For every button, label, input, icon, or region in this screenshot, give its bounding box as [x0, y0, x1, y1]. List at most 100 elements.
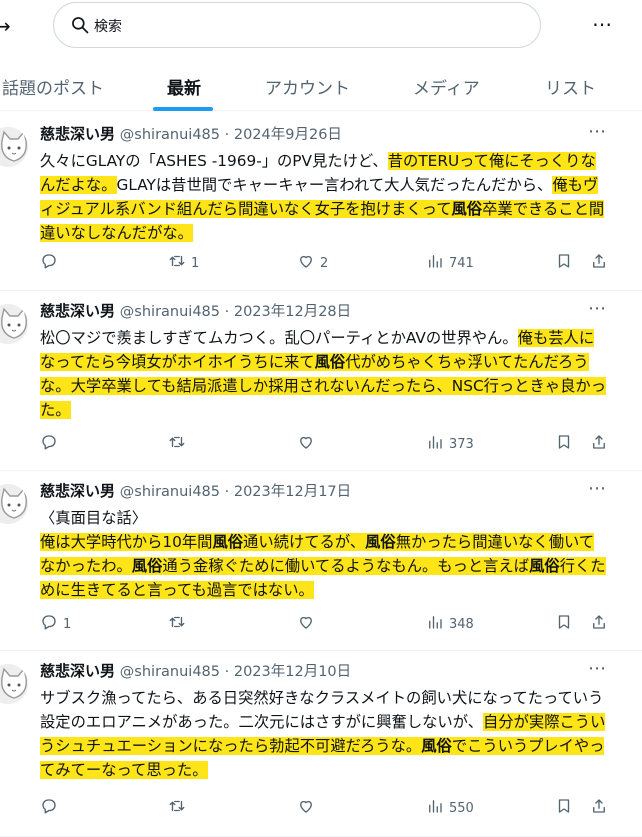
reply-button[interactable]: 1 [40, 612, 71, 636]
view-count: 741 [449, 255, 474, 271]
post-date[interactable]: 2024年9月26日 [234, 127, 342, 143]
post-text-segment: 風俗 [314, 353, 346, 371]
post-more-icon[interactable]: ⋯ [588, 298, 607, 319]
back-arrow-icon[interactable]: → [0, 14, 11, 38]
like-button[interactable] [297, 612, 320, 636]
view-count: 348 [449, 616, 474, 632]
views-icon [426, 797, 444, 819]
tab-latest[interactable]: 最新 [167, 74, 201, 99]
tab-people[interactable]: アカウント [265, 74, 350, 99]
post-more-icon[interactable]: ⋯ [588, 121, 607, 142]
active-tab-indicator [153, 107, 213, 111]
author-name[interactable]: 慈悲深い男 [40, 662, 115, 680]
post-text-segment: 風俗 [529, 557, 560, 575]
share-button[interactable] [590, 612, 608, 636]
bookmark-button[interactable] [555, 612, 573, 636]
views-button[interactable]: 373 [426, 432, 474, 456]
repost-icon [168, 252, 186, 274]
post-text-segment: GLAYは昔世間でキャーキャー言われて大人気だったんだから、 [116, 176, 553, 194]
post-date[interactable]: 2023年12月28日 [234, 304, 351, 320]
views-button[interactable]: 550 [426, 796, 474, 820]
reply-button[interactable] [40, 251, 63, 275]
repost-button[interactable] [168, 432, 191, 456]
share-button[interactable] [590, 251, 608, 275]
heart-icon [297, 797, 315, 819]
reply-icon [40, 613, 58, 635]
post-text-segment: 風俗 [421, 737, 452, 755]
share-button[interactable] [590, 432, 608, 456]
repost-icon [168, 797, 186, 819]
bookmark-button[interactable] [555, 251, 573, 275]
post-text-segment: 風俗 [365, 533, 396, 551]
reply-button[interactable] [40, 432, 63, 456]
author-handle[interactable]: @shiranui485 [120, 664, 220, 680]
view-count: 373 [449, 436, 474, 452]
author-handle[interactable]: @shiranui485 [120, 304, 220, 320]
post-more-icon[interactable]: ⋯ [588, 658, 607, 679]
views-icon [426, 433, 444, 455]
share-icon [590, 252, 608, 274]
post-text-segment: 俺は大学時代から10年間 [40, 533, 213, 551]
views-button[interactable]: 348 [426, 612, 474, 636]
separator: · [220, 127, 234, 143]
reply-icon [40, 252, 58, 274]
reply-button[interactable] [40, 796, 63, 820]
avatar[interactable] [0, 304, 28, 344]
repost-button[interactable] [168, 612, 191, 636]
post-text-segment: 風俗 [451, 200, 483, 218]
tab-media[interactable]: メディア [413, 74, 480, 99]
views-button[interactable]: 741 [426, 251, 474, 275]
author-handle[interactable]: @shiranui485 [120, 127, 220, 143]
search-placeholder: 検索 [94, 19, 122, 35]
post-text-segment: 通い続けてるが、 [243, 533, 366, 551]
more-options-icon[interactable]: ⋯ [592, 12, 613, 36]
like-count: 2 [320, 255, 329, 271]
post[interactable]: 慈悲深い男 @shiranui485 · 2023年12月17日 ⋯ 〈真面目な話〉… [0, 470, 642, 651]
bookmark-button[interactable] [555, 432, 573, 456]
search-input[interactable]: 検索 [53, 2, 541, 48]
avatar[interactable] [0, 127, 28, 167]
reply-icon [40, 797, 58, 819]
post[interactable]: 慈悲深い男 @shiranui485 · 2024年9月26日 ⋯ 久々にGLAYの… [0, 113, 642, 291]
like-button[interactable]: 2 [297, 251, 328, 275]
post-header: 慈悲深い男 @shiranui485 · 2023年12月17日 [40, 480, 351, 501]
view-count: 550 [449, 800, 474, 816]
repost-button[interactable]: 1 [168, 251, 199, 275]
post-more-icon[interactable]: ⋯ [588, 478, 607, 499]
views-icon [426, 252, 444, 274]
post-header: 慈悲深い男 @shiranui485 · 2023年12月10日 [40, 660, 351, 681]
author-name[interactable]: 慈悲深い男 [40, 482, 115, 500]
heart-icon [297, 252, 315, 274]
post[interactable]: 慈悲深い男 @shiranui485 · 2023年12月28日 ⋯ 松〇マジで羨ま… [0, 290, 642, 471]
like-button[interactable] [297, 796, 320, 820]
reply-count: 1 [63, 616, 72, 632]
like-button[interactable] [297, 432, 320, 456]
post-header: 慈悲深い男 @shiranui485 · 2023年12月28日 [40, 300, 351, 321]
post[interactable]: 慈悲深い男 @shiranui485 · 2023年12月10日 ⋯ サブスク漁って… [0, 650, 642, 837]
repost-button[interactable] [168, 796, 191, 820]
bookmark-icon [555, 797, 573, 819]
author-handle[interactable]: @shiranui485 [120, 484, 220, 500]
avatar[interactable] [0, 664, 28, 704]
bookmark-button[interactable] [555, 796, 573, 820]
post-text-segment: 風俗 [131, 557, 163, 575]
post-text-segment: 松〇マジで羨ましすぎてムカつく。乱〇パーティとかAVの世界やん。 [40, 329, 518, 347]
post-text: サブスク漁ってたら、ある日突然好きなクラスメイトの飼い犬になってたっていう設定の… [40, 686, 608, 782]
post-date[interactable]: 2023年12月17日 [234, 484, 351, 500]
bookmark-icon [555, 252, 573, 274]
post-actions: 1 2 741 [0, 251, 642, 275]
post-text: 松〇マジで羨ましすぎてムカつく。乱〇パーティとかAVの世界やん。俺も芸人になって… [40, 326, 608, 422]
author-name[interactable]: 慈悲深い男 [40, 302, 115, 320]
tab-lists[interactable]: リスト [545, 74, 596, 99]
avatar[interactable] [0, 484, 28, 524]
post-actions: 550 [0, 796, 642, 820]
share-button[interactable] [590, 796, 608, 820]
views-icon [426, 613, 444, 635]
post-header: 慈悲深い男 @shiranui485 · 2024年9月26日 [40, 123, 342, 144]
post-date[interactable]: 2023年12月10日 [234, 664, 351, 680]
author-name[interactable]: 慈悲深い男 [40, 125, 115, 143]
tab-top[interactable]: 話題のポスト [2, 74, 104, 99]
post-actions: 373 [0, 432, 642, 456]
heart-icon [297, 613, 315, 635]
heart-icon [297, 433, 315, 455]
